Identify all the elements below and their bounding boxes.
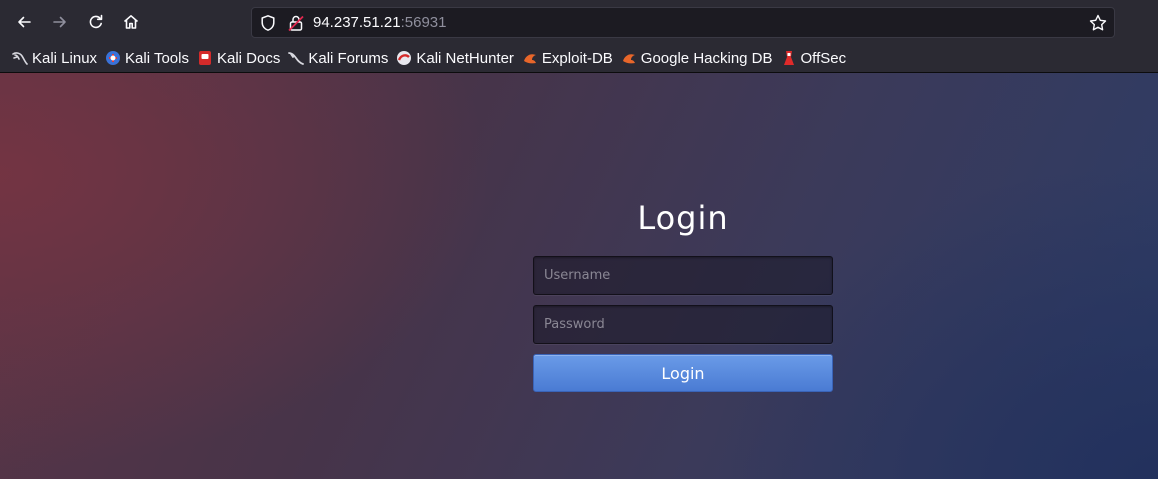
exploit-db-icon bbox=[622, 54, 635, 64]
bookmark-kali-tools[interactable]: Kali Tools bbox=[103, 46, 194, 70]
forward-arrow-icon bbox=[53, 16, 66, 28]
browser-toolbar: 94.237.51.21:56931 bbox=[0, 0, 1158, 44]
bookmark-kali-nethunter[interactable]: Kali NetHunter bbox=[394, 46, 519, 70]
offsec-icon bbox=[783, 51, 794, 65]
bookmark-label: Google Hacking DB bbox=[640, 49, 773, 67]
url-bar[interactable]: 94.237.51.21:56931 bbox=[251, 7, 1115, 38]
kali-tools-icon bbox=[106, 51, 121, 65]
page-content: Login Login bbox=[0, 73, 1158, 479]
forward-button[interactable] bbox=[46, 8, 74, 36]
home-icon bbox=[123, 15, 139, 29]
shield-icon[interactable] bbox=[259, 14, 277, 32]
insecure-lock-icon[interactable] bbox=[287, 14, 305, 32]
bookmark-exploit-db[interactable]: Exploit-DB bbox=[520, 46, 618, 70]
url-host: 94.237.51.21 bbox=[313, 14, 401, 31]
bookmark-label: Kali Linux bbox=[32, 49, 98, 67]
bookmark-kali-linux[interactable]: Kali Linux bbox=[10, 46, 102, 70]
url-text[interactable]: 94.237.51.21:56931 bbox=[313, 14, 446, 31]
bookmark-label: Kali Docs bbox=[216, 49, 281, 67]
login-button[interactable]: Login bbox=[533, 354, 833, 392]
password-input[interactable] bbox=[533, 305, 833, 344]
back-button[interactable] bbox=[10, 8, 38, 36]
bookmark-label: Kali Tools bbox=[125, 49, 189, 67]
star-icon[interactable] bbox=[1088, 13, 1108, 33]
bookmark-label: OffSec bbox=[800, 49, 847, 67]
kali-docs-icon bbox=[198, 51, 211, 65]
home-button[interactable] bbox=[117, 8, 145, 36]
bookmark-label: Kali Forums bbox=[308, 49, 389, 67]
bookmark-google-hacking-db[interactable]: Google Hacking DB bbox=[619, 46, 778, 70]
bookmark-offsec[interactable]: OffSec bbox=[779, 46, 852, 70]
bookmark-kali-forums[interactable]: Kali Forums bbox=[286, 46, 393, 70]
login-title: Login bbox=[637, 199, 729, 237]
url-port: :56931 bbox=[400, 14, 447, 31]
back-arrow-icon bbox=[18, 16, 31, 28]
username-input[interactable] bbox=[533, 256, 833, 295]
kali-dragon-icon bbox=[288, 52, 305, 65]
nethunter-icon bbox=[397, 51, 412, 65]
bookmark-label: Exploit-DB bbox=[541, 49, 613, 67]
bookmark-kali-docs[interactable]: Kali Docs bbox=[195, 46, 285, 70]
reload-button[interactable] bbox=[82, 8, 110, 36]
bookmarks-toolbar: Kali Linux Kali Tools Kali Docs Kali For… bbox=[0, 44, 1158, 73]
kali-dragon-icon bbox=[12, 52, 28, 65]
reload-icon bbox=[89, 14, 103, 29]
exploit-db-icon bbox=[523, 54, 536, 64]
bookmark-label: Kali NetHunter bbox=[416, 49, 514, 67]
